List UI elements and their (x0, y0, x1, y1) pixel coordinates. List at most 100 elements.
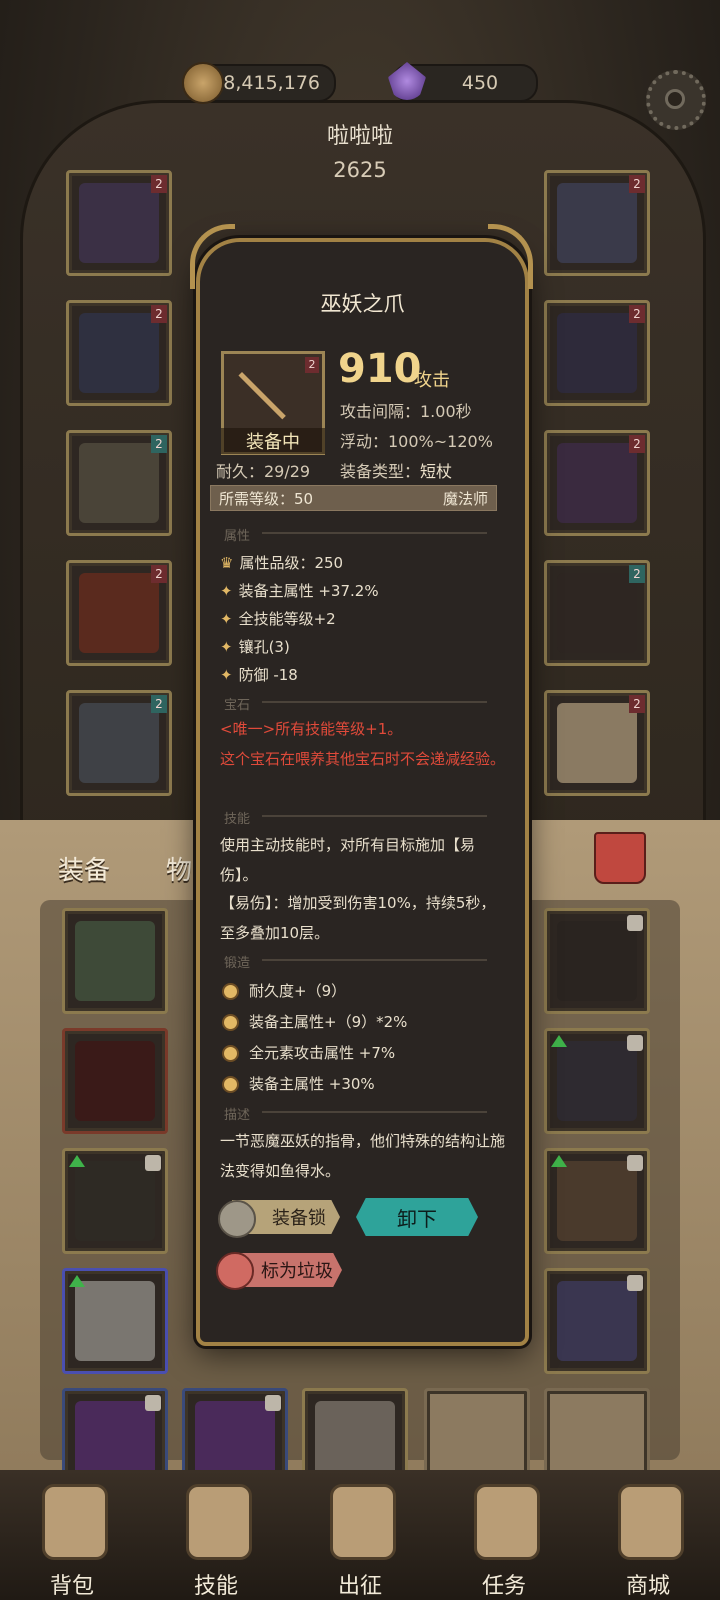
inventory-slot[interactable] (62, 1268, 168, 1374)
equip-slot-boots[interactable]: 2 (66, 690, 172, 796)
attack-interval: 攻击间隔：1.00秒 (340, 402, 472, 421)
slot-tier-tag: 2 (629, 695, 645, 713)
inventory-slot[interactable] (62, 908, 168, 1014)
lock-icon (627, 1035, 643, 1051)
trash-icon[interactable] (594, 832, 646, 884)
slot-tier-tag: 2 (151, 435, 167, 453)
lock-icon (627, 915, 643, 931)
junk-button-label: 标为垃圾 (261, 1261, 333, 1282)
lock-icon (145, 1155, 161, 1171)
equip-slot-weapon[interactable]: 2 (544, 560, 650, 666)
lock-icon (145, 1395, 161, 1411)
forge-text: 耐久度+（9） (249, 982, 347, 1000)
skill-debuff-text: 【易伤】：增加受到伤害10%，持续5秒，至多叠加10层。 (220, 894, 496, 942)
forge-text: 装备主属性 +30% (249, 1075, 375, 1093)
item-tier-tag: 2 (305, 357, 319, 373)
gear-icon[interactable] (646, 70, 706, 130)
unequip-button[interactable]: 卸下 (356, 1198, 478, 1236)
attr-line: ✦ 镶孔(3) (220, 636, 290, 657)
crown-icon: ♛ (220, 554, 234, 572)
section-divider (262, 815, 487, 817)
attr-text: 镶孔(3) (238, 638, 290, 656)
forge-dot-icon (222, 1014, 239, 1031)
sparkle-icon: ✦ (220, 666, 233, 684)
attr-text: 防御 -18 (238, 666, 298, 684)
nav-shop[interactable]: 商城 (576, 1470, 720, 1600)
equip-slot-armor[interactable]: 2 (66, 300, 172, 406)
attr-line: ✦ 全技能等级+2 (220, 608, 336, 629)
lock-icon (627, 1155, 643, 1171)
nav-bag[interactable]: 背包 (0, 1470, 144, 1600)
slot-tier-tag: 2 (629, 305, 645, 323)
slot-tier-tag: 2 (629, 175, 645, 193)
lock-icon (265, 1395, 281, 1411)
slot-tier-tag: 2 (151, 175, 167, 193)
section-divider (262, 1111, 487, 1113)
map-scroll-icon (330, 1484, 396, 1560)
unequip-button-label: 卸下 (397, 1206, 437, 1231)
padlock-icon (218, 1200, 256, 1238)
forge-text: 装备主属性+（9）*2% (249, 1013, 408, 1031)
forge-dot-icon (222, 1076, 239, 1093)
backpack-icon (42, 1484, 108, 1560)
nav-label: 出征 (337, 1574, 382, 1599)
inventory-slot[interactable] (62, 1028, 168, 1134)
nav-expedition[interactable]: 出征 (288, 1470, 432, 1600)
nav-label: 技能 (193, 1574, 238, 1599)
inventory-slot[interactable] (544, 908, 650, 1014)
attack-unit: 攻击 (414, 370, 450, 391)
equip-slot-helmet[interactable]: 2 (66, 170, 172, 276)
skill-text: 使用主动技能时，对所有目标施加【易伤】。 (220, 836, 476, 884)
equip-slot-cloak[interactable]: 2 (544, 430, 650, 536)
inventory-slot[interactable] (544, 1148, 650, 1254)
nav-skills[interactable]: 技能 (144, 1470, 288, 1600)
forge-dot-icon (222, 983, 239, 1000)
attr-text: 装备主属性 +37.2% (238, 582, 379, 600)
lock-icon (627, 1275, 643, 1291)
forge-line: 装备主属性+（9）*2% (222, 1011, 407, 1032)
gem-display: 450 (388, 62, 538, 102)
slot-tier-tag: 2 (629, 565, 645, 583)
slot-tier-tag: 2 (151, 565, 167, 583)
equip-slot-gloves[interactable]: 2 (66, 430, 172, 536)
upgrade-arrow-icon (69, 1155, 85, 1167)
forge-line: 耐久度+（9） (222, 980, 346, 1001)
quest-scroll-icon (474, 1484, 540, 1560)
forge-text: 全元素攻击属性 +7% (249, 1044, 396, 1062)
equip-slot-shoulder[interactable]: 2 (544, 300, 650, 406)
staff-icon (238, 372, 286, 420)
durability: 耐久：29/29 (216, 462, 311, 481)
equipped-label: 装备中 (221, 428, 325, 454)
nav-label: 商城 (625, 1574, 670, 1599)
equip-slot-pants[interactable]: 2 (66, 560, 172, 666)
gold-coin-icon (182, 62, 224, 104)
section-attributes-heading: 属性 (224, 529, 251, 544)
shop-crest-icon (618, 1484, 684, 1560)
section-divider (262, 701, 487, 703)
gem-effect: <唯一>所有技能等级+1。 (220, 720, 403, 738)
inventory-slot[interactable] (544, 1268, 650, 1374)
sparkle-icon: ✦ (220, 638, 233, 656)
gem-note: 这个宝石在喂养其他宝石时不会递减经验。 (220, 750, 506, 768)
attr-quality-text: 属性品级：250 (239, 554, 344, 572)
requirement-bar: 所需等级：50 魔法师 (210, 485, 497, 511)
section-gem-heading: 宝石 (224, 698, 251, 713)
slot-tier-tag: 2 (151, 305, 167, 323)
upgrade-arrow-icon (69, 1275, 85, 1287)
forge-line: 装备主属性 +30% (222, 1073, 375, 1094)
inventory-slot[interactable] (544, 1028, 650, 1134)
equip-slot-necklace[interactable]: 2 (544, 170, 650, 276)
attack-value: 910 (338, 346, 422, 392)
section-forge-heading: 锻造 (224, 956, 251, 971)
gold-display: 38,415,176 (182, 62, 336, 104)
upgrade-arrow-icon (551, 1155, 567, 1167)
inventory-slot[interactable] (62, 1148, 168, 1254)
upgrade-arrow-icon (551, 1035, 567, 1047)
item-description: 一节恶魔巫妖的指骨，他们特殊的结构让施法变得如鱼得水。 (220, 1132, 506, 1180)
equip-type-label: 装备类型： (340, 462, 421, 481)
equip-slot-offhand[interactable]: 2 (544, 690, 650, 796)
item-title: 巫妖之爪 (320, 292, 405, 316)
section-divider (262, 959, 487, 961)
tab-equipment[interactable]: 装备 (58, 850, 110, 887)
nav-quests[interactable]: 任务 (432, 1470, 576, 1600)
